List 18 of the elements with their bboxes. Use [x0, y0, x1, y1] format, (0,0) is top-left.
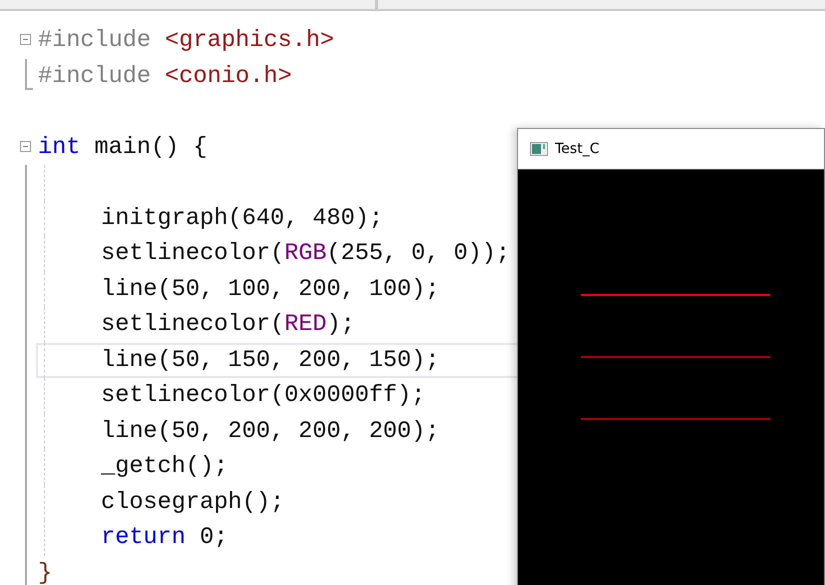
code-line: #include <conio.h> [38, 62, 292, 90]
code-line: setlinecolor(RGB(255, 0, 0)); [101, 240, 510, 268]
code-line: closegraph(); [101, 488, 284, 516]
code-line: line(50, 200, 200, 200); [101, 418, 440, 445]
code-line: line(50, 100, 200, 100); [101, 276, 440, 303]
code-line: _getch(); [101, 453, 228, 480]
code-line: line(50, 150, 200, 150); [101, 346, 440, 374]
window-title: Test_C [555, 141, 600, 157]
collapse-icon[interactable] [20, 34, 31, 45]
code-line: return 0; [101, 524, 228, 552]
code-line: setlinecolor(RED); [101, 311, 355, 338]
code-line: initgraph(640, 480); [101, 204, 384, 232]
code-line: } [38, 560, 52, 585]
code-line: setlinecolor(0x0000ff); [101, 382, 426, 410]
code-line: #include <graphics.h> [38, 27, 334, 54]
code-line: int main() { [38, 134, 208, 161]
app-icon [530, 142, 548, 156]
collapse-icon[interactable] [20, 140, 31, 152]
